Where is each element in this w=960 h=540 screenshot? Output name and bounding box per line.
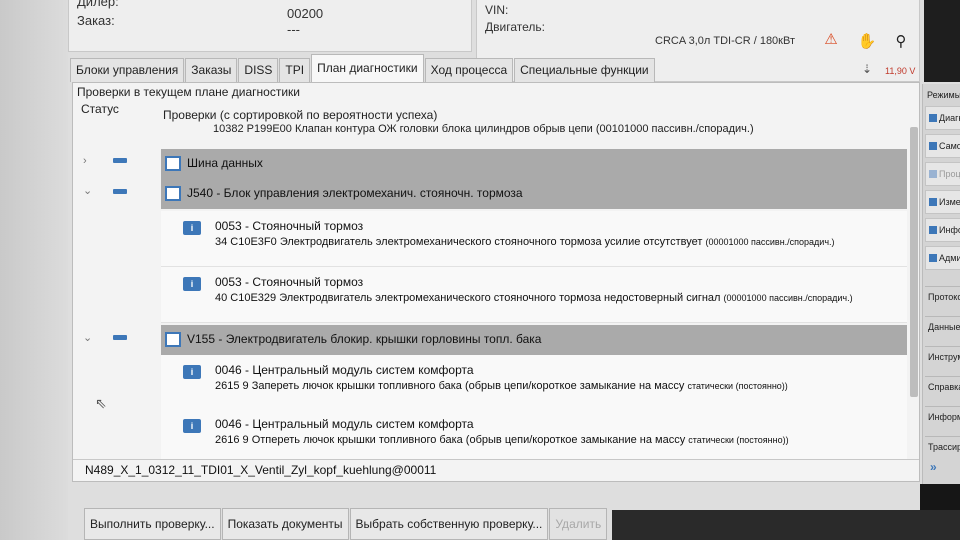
control-unit-label: Шина данных: [187, 156, 263, 170]
side-item-process[interactable]: Проц.: [925, 162, 960, 186]
fault-code: 2615 9 Запереть лючок крышки топливного …: [215, 380, 788, 392]
info-icon[interactable]: i: [183, 365, 201, 379]
collapse-chevron-icon[interactable]: ⌄: [83, 331, 92, 344]
tab-orders[interactable]: Заказы: [185, 58, 238, 82]
side-section-data[interactable]: Данные: [925, 316, 960, 338]
fault-title: 0046 - Центральный модуль систем комфорт…: [215, 417, 474, 431]
dealer-value: 00200: [287, 6, 324, 21]
vin-label: VIN:: [485, 3, 509, 17]
fault-title: 0053 - Стояночный тормоз: [215, 219, 364, 233]
tab-control-units[interactable]: Блоки управления: [70, 58, 185, 82]
left-margin: [0, 0, 68, 540]
info-icon[interactable]: i: [183, 277, 201, 291]
battery-voltage: 11,90 V: [885, 66, 916, 76]
side-section-information[interactable]: Информ.: [925, 406, 960, 428]
tab-diss[interactable]: DISS: [238, 58, 279, 82]
fault-code: 40 C10E329 Электродвигатель электромехан…: [215, 292, 853, 304]
checkbox[interactable]: [165, 156, 181, 171]
side-panel: Режимы Диагн. Самод. Проц. Измер. Инфо А…: [922, 84, 960, 484]
status-column-header: Статус: [81, 102, 119, 116]
order-value: ---: [287, 22, 300, 37]
fault-code: 34 C10E3F0 Электродвигатель электромехан…: [215, 236, 835, 248]
status-indicator-icon: [113, 189, 127, 194]
hand-icon[interactable]: ✋: [855, 30, 879, 52]
dealer-order-panel: Дилер: Заказ: 00200 ---: [68, 0, 472, 52]
selected-test-file: N489_X_1_0312_11_TDI01_X_Ventil_Zyl_kopf…: [85, 463, 437, 477]
plan-title: Проверки в текущем плане диагностики: [77, 85, 300, 99]
control-unit-row[interactable]: J540 - Блок управления электромеханич. с…: [161, 179, 907, 209]
side-section-help[interactable]: Справка: [925, 376, 960, 398]
fault-entry[interactable]: i 0046 - Центральный модуль систем комфо…: [161, 409, 907, 465]
info-icon[interactable]: i: [183, 221, 201, 235]
status-indicator-icon: [113, 158, 127, 163]
control-unit-label: J540 - Блок управления электромеханич. с…: [187, 186, 523, 200]
show-documents-button[interactable]: Показать документы: [221, 508, 349, 540]
control-unit-row[interactable]: V155 - Электродвигатель блокир. крышки г…: [161, 325, 907, 355]
modes-heading: Режимы: [927, 90, 960, 100]
desktop-background: [612, 510, 960, 540]
fault-entry[interactable]: i 0053 - Стояночный тормоз 40 C10E329 Эл…: [161, 267, 907, 323]
side-item-diagnosis[interactable]: Диагн.: [925, 106, 960, 130]
side-item-admin[interactable]: Админ.: [925, 246, 960, 270]
checks-column-header: Проверки (с сортировкой по вероятности у…: [163, 108, 438, 122]
vehicle-connection-icon[interactable]: ⚠: [819, 28, 843, 50]
tab-diagnostic-plan[interactable]: План диагностики: [311, 54, 424, 82]
control-unit-label: V155 - Электродвигатель блокир. крышки г…: [187, 332, 542, 346]
side-section-protocol[interactable]: Протокол: [925, 286, 960, 308]
control-unit-row[interactable]: Шина данных: [161, 149, 907, 179]
fault-title: 0053 - Стояночный тормоз: [215, 275, 364, 289]
voltage-icon: ⇣: [861, 62, 873, 76]
order-label: Заказ:: [77, 13, 115, 28]
checkbox[interactable]: [165, 332, 181, 347]
mode-icon: [929, 198, 937, 206]
engine-label: Двигатель:: [485, 20, 545, 34]
fault-entry[interactable]: i 0053 - Стояночный тормоз 34 C10E3F0 Эл…: [161, 211, 907, 267]
mode-icon: [929, 170, 937, 178]
side-item-measure[interactable]: Измер.: [925, 190, 960, 214]
run-check-button[interactable]: Выполнить проверку...: [84, 508, 221, 540]
side-item-info[interactable]: Инфо: [925, 218, 960, 242]
diagnostic-plan-panel: Проверки в текущем плане диагностики Ста…: [72, 82, 920, 482]
main-tabs: Блоки управления Заказы DISS TPI План ди…: [70, 54, 656, 82]
bottom-button-bar: Выполнить проверку... Показать документы…: [84, 508, 608, 540]
engine-value: CRCA 3,0л TDI-CR / 180кВт: [655, 35, 795, 47]
side-item-self-diagnosis[interactable]: Самод.: [925, 134, 960, 158]
select-own-check-button[interactable]: Выбрать собственную проверку...: [349, 508, 549, 540]
mouse-cursor-icon: ⇖: [95, 395, 107, 411]
mode-icon: [929, 114, 937, 122]
fault-title: 0046 - Центральный модуль систем комфорт…: [215, 363, 474, 377]
checkbox[interactable]: [165, 186, 181, 201]
selected-test-file-bar: N489_X_1_0312_11_TDI01_X_Ventil_Zyl_kopf…: [73, 459, 919, 481]
fault-code: 2616 9 Отпереть лючок крышки топливного …: [215, 434, 789, 446]
side-section-trace[interactable]: Трассир.: [925, 436, 960, 458]
info-icon[interactable]: i: [183, 419, 201, 433]
plug-icon[interactable]: ⚲: [889, 30, 913, 52]
mode-icon: [929, 254, 937, 262]
side-section-tools[interactable]: Инструм.: [925, 346, 960, 368]
expand-chevron-icon[interactable]: ›: [83, 155, 87, 167]
mode-icon: [929, 142, 937, 150]
expand-panel-icon[interactable]: »: [930, 460, 937, 474]
vertical-scrollbar[interactable]: [910, 127, 918, 397]
tab-tpi[interactable]: TPI: [279, 58, 311, 82]
tab-special-functions[interactable]: Специальные функции: [514, 58, 655, 82]
vehicle-box: ▰: [924, 0, 960, 82]
main-fault-entry[interactable]: 10382 P199E00 Клапан контура ОЖ головки …: [213, 123, 754, 135]
diagnostic-app-window: Дилер: Заказ: 00200 --- VIN: Двигатель: …: [0, 0, 960, 540]
delete-button[interactable]: Удалить: [549, 508, 608, 540]
tab-process-flow[interactable]: Ход процесса: [424, 58, 514, 82]
dealer-label: Дилер:: [77, 0, 119, 9]
mode-icon: [929, 226, 937, 234]
status-indicator-icon: [113, 335, 127, 340]
fault-entry[interactable]: i 0046 - Центральный модуль систем комфо…: [161, 355, 907, 411]
collapse-chevron-icon[interactable]: ⌄: [83, 184, 92, 197]
